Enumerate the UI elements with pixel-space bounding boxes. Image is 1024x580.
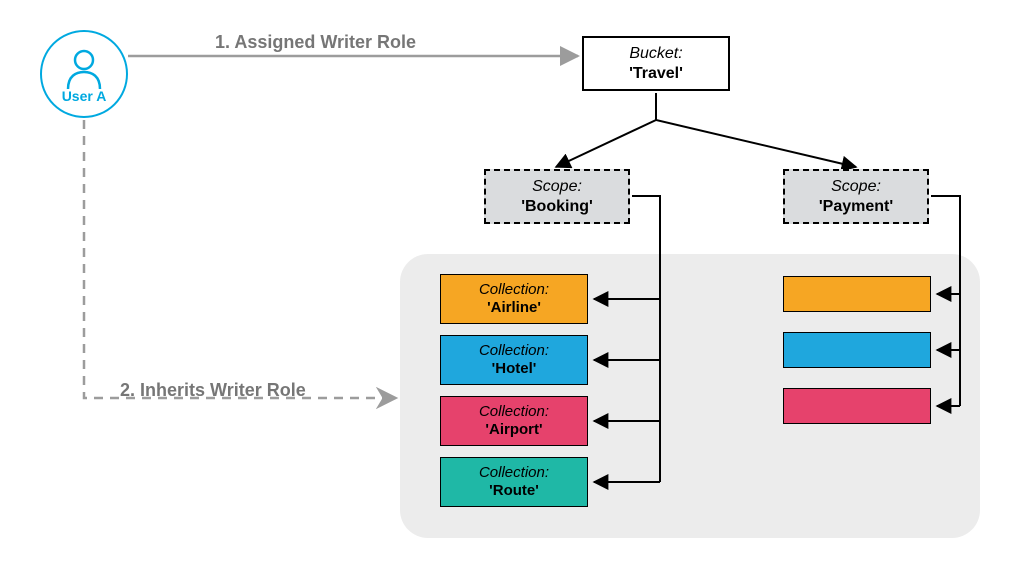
collection-blank-pink [783, 388, 931, 424]
collection-name: 'Airport' [441, 421, 587, 439]
scope-type: Scope: [785, 177, 927, 197]
collection-blank-orange [783, 276, 931, 312]
collection-type: Collection: [441, 342, 587, 360]
user-icon [64, 48, 104, 90]
collection-type: Collection: [441, 281, 587, 299]
collection-type: Collection: [441, 403, 587, 421]
user-node [40, 30, 128, 118]
collection-name: 'Airline' [441, 299, 587, 317]
collection-airport: Collection: 'Airport' [440, 396, 588, 446]
collection-name: 'Hotel' [441, 360, 587, 378]
collection-airline: Collection: 'Airline' [440, 274, 588, 324]
bucket-type: Bucket: [584, 44, 728, 64]
label-inherits-role: 2. Inherits Writer Role [120, 380, 306, 401]
diagram-canvas: User A 1. Assigned Writer Role 2. Inheri… [0, 0, 1024, 580]
scope-name: 'Payment' [785, 197, 927, 217]
scope-name: 'Booking' [486, 197, 628, 217]
collection-type: Collection: [441, 464, 587, 482]
user-label: User A [40, 88, 128, 104]
collection-name: 'Route' [441, 482, 587, 500]
scope-booking: Scope: 'Booking' [484, 169, 630, 224]
collection-blank-blue [783, 332, 931, 368]
collection-hotel: Collection: 'Hotel' [440, 335, 588, 385]
bucket-travel: Bucket: 'Travel' [582, 36, 730, 91]
bucket-name: 'Travel' [584, 64, 728, 84]
scope-type: Scope: [486, 177, 628, 197]
collection-route: Collection: 'Route' [440, 457, 588, 507]
scope-payment: Scope: 'Payment' [783, 169, 929, 224]
label-assigned-role: 1. Assigned Writer Role [215, 32, 416, 53]
